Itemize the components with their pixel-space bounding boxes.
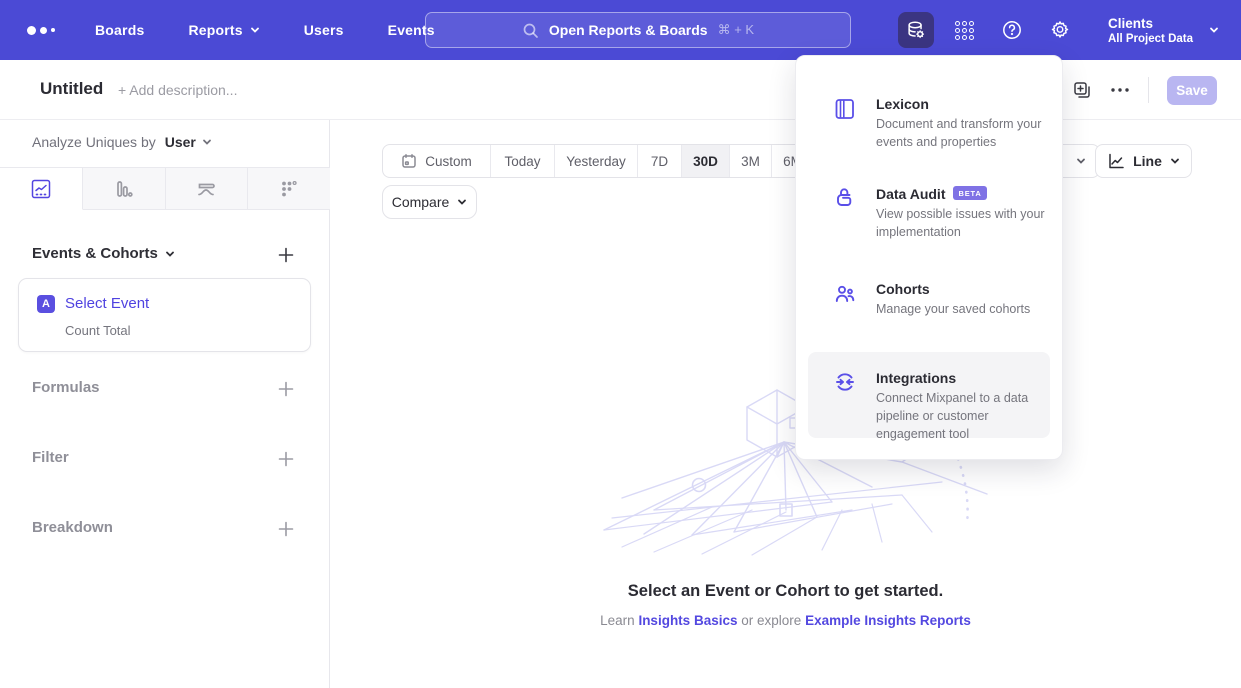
learn-prefix: Learn [600,613,635,628]
event-series-badge: A [37,295,55,313]
analyze-value-dropdown[interactable]: User [165,134,196,150]
tab-metric[interactable] [248,168,330,209]
chart-type-tabs [0,167,330,210]
data-audit-icon [833,187,857,211]
project-selector[interactable]: Clients All Project Data [1108,15,1219,46]
report-title[interactable]: Untitled [40,79,103,99]
menu-item-cohorts[interactable]: Cohorts Manage your saved cohorts [808,277,1050,325]
event-card[interactable]: A Select Event Count Total [18,278,311,352]
nav-item-boards[interactable]: Boards [95,22,144,38]
date-range-yesterday[interactable]: Yesterday [555,145,638,177]
date-range-7d[interactable]: 7D [638,145,682,177]
nav-item-users[interactable]: Users [304,22,344,38]
filter-section-label: Filter [32,449,69,466]
insights-basics-link[interactable]: Insights Basics [638,613,737,628]
chevron-down-icon [457,197,467,207]
menu-item-data-audit[interactable]: Data AuditBETA View possible issues with… [808,182,1050,246]
add-event-button[interactable] [277,246,295,264]
project-name: All Project Data [1108,32,1193,46]
chevron-down-icon [165,249,175,259]
add-breakdown-button[interactable] [277,520,295,538]
org-name: Clients [1108,15,1193,32]
more-options-icon[interactable] [1110,87,1130,93]
chevron-down-icon [202,137,212,147]
tab-flows[interactable] [166,168,249,209]
events-cohorts-header[interactable]: Events & Cohorts [32,245,175,262]
search-shortcut: ⌘ + K [718,22,755,38]
line-chart-icon [30,178,52,200]
data-management-menu: Lexicon Document and transform your even… [795,55,1063,460]
save-button[interactable]: Save [1167,76,1217,105]
settings-gear-icon[interactable] [1042,12,1078,48]
breakdown-section-label: Breakdown [32,519,113,536]
global-search-input[interactable]: Open Reports & Boards ⌘ + K [425,12,851,48]
search-placeholder: Open Reports & Boards [549,22,708,38]
add-filter-button[interactable] [277,450,295,468]
date-range-custom[interactable]: Custom [383,145,491,177]
formulas-section-label: Formulas [32,379,100,396]
insights-report-page: Boards Reports Users Events Open Reports… [0,0,1241,688]
chevron-down-icon [1170,156,1180,166]
add-formula-button[interactable] [277,380,295,398]
example-insights-reports-link[interactable]: Example Insights Reports [805,613,971,628]
beta-badge: BETA [953,186,986,200]
nav-right-cluster: Clients All Project Data [898,0,1241,60]
metric-dots-icon [278,178,300,200]
date-range-30d[interactable]: 30D [682,145,730,177]
search-icon [522,22,539,39]
primary-nav: Boards Reports Users Events [95,22,435,38]
line-chart-axis-icon [1107,152,1125,170]
bar-chart-icon [113,178,135,200]
cohorts-people-icon [833,282,857,306]
top-navbar: Boards Reports Users Events Open Reports… [0,0,1241,60]
report-actions: Save [1072,60,1217,120]
flows-icon [195,178,217,200]
mixpanel-logo-icon[interactable] [27,26,55,35]
date-range-3m[interactable]: 3M [730,145,772,177]
help-icon[interactable] [994,12,1030,48]
query-builder-sidebar: Analyze Uniques by User Events & Cohorts [0,120,330,688]
date-range-today[interactable]: Today [491,145,555,177]
chevron-down-icon [250,25,260,35]
tab-bar-chart[interactable] [83,168,166,209]
lexicon-book-icon [833,97,857,121]
compare-button[interactable]: Compare [382,185,477,219]
menu-item-integrations[interactable]: Integrations Connect Mixpanel to a data … [808,352,1050,438]
analyze-label: Analyze Uniques by [32,134,156,150]
empty-state-links: Learn Insights Basics or explore Example… [330,613,1241,628]
nav-item-reports[interactable]: Reports [188,22,259,38]
empty-state-title: Select an Event or Cohort to get started… [330,582,1241,601]
tab-line-chart[interactable] [0,168,83,210]
data-management-icon[interactable] [898,12,934,48]
chart-visualization-dropdown[interactable]: Line [1095,144,1192,178]
analyze-uniques-row: Analyze Uniques by User [32,134,212,150]
event-aggregation[interactable]: Count Total [65,323,131,338]
integrations-sync-icon [833,370,857,394]
calendar-icon [401,153,417,169]
chevron-down-icon [1076,156,1086,166]
chevron-down-icon [1209,25,1219,35]
divider [1148,77,1149,103]
duplicate-icon[interactable] [1072,80,1092,100]
date-range-more-dropdown[interactable] [1062,145,1099,177]
select-event-button[interactable]: Select Event [65,295,149,312]
add-description-field[interactable]: + Add description... [118,82,237,98]
apps-grid-icon[interactable] [946,12,982,48]
menu-item-lexicon[interactable]: Lexicon Document and transform your even… [808,92,1050,156]
or-explore-text: or explore [741,613,801,628]
report-canvas: Custom Today Yesterday 7D 30D 3M 6M Comp… [330,120,1241,688]
